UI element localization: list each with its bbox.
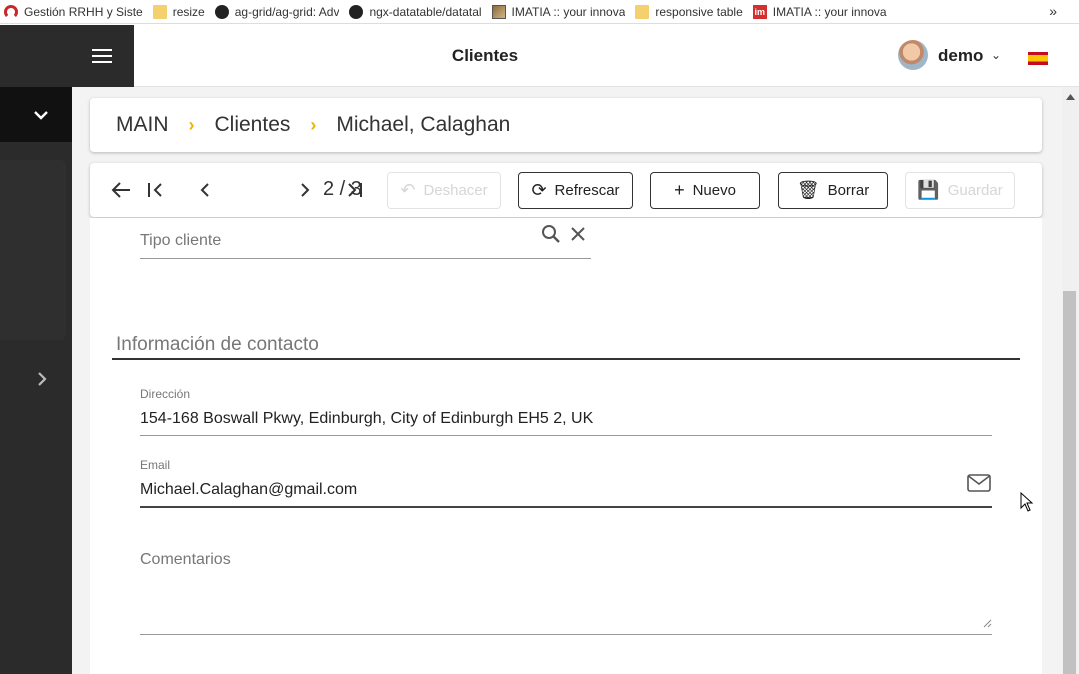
im-logo-icon: im bbox=[752, 4, 767, 19]
folder-icon bbox=[635, 4, 650, 19]
mail-icon[interactable] bbox=[967, 474, 991, 492]
bookmark-item[interactable]: IMATIA :: your innova bbox=[488, 0, 632, 23]
bookmark-item[interactable]: resize bbox=[149, 0, 211, 23]
spain-flag-icon[interactable] bbox=[1028, 52, 1048, 65]
more-bookmarks-button[interactable]: » bbox=[1049, 3, 1057, 19]
close-icon[interactable] bbox=[570, 226, 586, 242]
avatar[interactable] bbox=[898, 40, 928, 70]
breadcrumb: MAIN › Clientes › Michael, Calaghan bbox=[90, 98, 1042, 152]
scrollbar-thumb[interactable] bbox=[1063, 291, 1076, 674]
previous-page-icon[interactable] bbox=[199, 182, 211, 198]
email-underline bbox=[140, 506, 992, 508]
email-label: Email bbox=[140, 458, 171, 472]
bookmark-item[interactable]: Gestión RRHH y Siste bbox=[0, 0, 149, 23]
refresh-icon: ⟳ bbox=[531, 180, 547, 200]
email-field[interactable]: Michael.Calaghan@gmail.com bbox=[140, 481, 357, 499]
last-page-icon[interactable] bbox=[345, 182, 363, 198]
save-icon: 💾 bbox=[917, 180, 940, 200]
direccion-label: Dirección bbox=[140, 387, 191, 401]
github-icon bbox=[349, 4, 364, 19]
hamburger-menu-icon[interactable] bbox=[92, 49, 112, 63]
comentarios-underline bbox=[140, 634, 992, 635]
form-card bbox=[90, 218, 1042, 674]
new-button[interactable]: + Nuevo bbox=[650, 172, 760, 209]
back-arrow-icon[interactable] bbox=[111, 181, 131, 199]
plus-icon: + bbox=[674, 180, 685, 200]
menu-toggle-area bbox=[0, 25, 134, 87]
search-icon[interactable] bbox=[541, 224, 561, 244]
mouse-cursor-icon bbox=[1020, 492, 1034, 512]
bookmark-item[interactable]: ag-grid/ag-grid: Adv bbox=[211, 0, 346, 23]
chevron-down-icon[interactable]: ⌄ bbox=[991, 48, 1001, 62]
chevron-down-icon[interactable] bbox=[33, 107, 49, 123]
bookmarks-bar: Gestión RRHH y Siste resize ag-grid/ag-g… bbox=[0, 0, 1079, 24]
breadcrumb-separator-icon: › bbox=[188, 114, 195, 135]
save-button[interactable]: 💾 Guardar bbox=[905, 172, 1015, 209]
scroll-up-icon[interactable] bbox=[1066, 94, 1075, 100]
next-page-icon[interactable] bbox=[299, 182, 311, 198]
direccion-field[interactable]: 154-168 Boswall Pkwy, Edinburgh, City of… bbox=[140, 410, 593, 428]
sidebar-collapse-area[interactable] bbox=[0, 87, 72, 142]
github-icon bbox=[214, 4, 229, 19]
sidebar bbox=[0, 87, 72, 674]
breadcrumb-separator-icon: › bbox=[310, 114, 317, 135]
bookmark-item[interactable]: responsive table bbox=[631, 0, 748, 23]
user-name[interactable]: demo bbox=[938, 46, 983, 66]
undo-button[interactable]: ↶ Deshacer bbox=[387, 172, 501, 209]
breadcrumb-item-clientes[interactable]: Clientes bbox=[215, 113, 291, 137]
tipo-cliente-input[interactable]: Tipo cliente bbox=[140, 232, 221, 250]
record-toolbar: 2 / 3 ↶ Deshacer ⟳ Refrescar + Nuevo 🗑 Borra… bbox=[90, 163, 1042, 217]
bookmark-item[interactable]: im IMATIA :: your innova bbox=[749, 0, 893, 23]
red-arc-icon bbox=[4, 4, 18, 19]
folder-icon bbox=[152, 4, 167, 19]
trash-icon: 🗑 bbox=[796, 180, 820, 200]
first-page-icon[interactable] bbox=[147, 182, 165, 198]
breadcrumb-item-main[interactable]: MAIN bbox=[116, 113, 169, 137]
app-header: Clientes demo ⌄ bbox=[0, 25, 1079, 87]
undo-icon: ↶ bbox=[400, 180, 416, 200]
refresh-button[interactable]: ⟳ Refrescar bbox=[518, 172, 633, 209]
comentarios-textarea[interactable]: Comentarios bbox=[140, 551, 231, 569]
section-divider bbox=[112, 358, 1020, 360]
breadcrumb-item-current: Michael, Calaghan bbox=[336, 113, 511, 136]
sidebar-panel bbox=[0, 160, 66, 340]
tipo-cliente-underline bbox=[140, 258, 591, 259]
delete-button[interactable]: 🗑 Borrar bbox=[778, 172, 888, 209]
section-title: Información de contacto bbox=[116, 334, 319, 355]
resize-handle-icon[interactable] bbox=[982, 618, 992, 628]
chevron-right-icon[interactable] bbox=[36, 372, 48, 386]
page-title: Clientes bbox=[451, 46, 519, 65]
image-icon bbox=[491, 4, 506, 19]
bookmark-item[interactable]: ngx-datatable/datatal bbox=[345, 0, 487, 23]
direccion-underline bbox=[140, 435, 992, 436]
